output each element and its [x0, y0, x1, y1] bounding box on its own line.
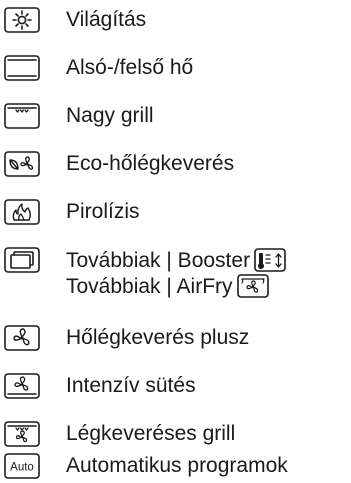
list-item-label-booster: Továbbiak | Booster: [66, 248, 286, 273]
list-item-label: Hőlégkeverés plusz: [66, 326, 250, 349]
fan-grill-icon: [4, 421, 40, 447]
auto-programs-icon: Auto: [4, 453, 40, 479]
list-item-label: Nagy grill: [66, 104, 154, 127]
fan-plus-icon: [4, 325, 40, 351]
top-bottom-heat-icon: [4, 55, 40, 81]
booster-icon: [254, 248, 286, 272]
list-item-label: Pirolízis: [66, 200, 140, 223]
more-icon: [4, 247, 40, 273]
large-grill-icon: [4, 103, 40, 129]
pyrolysis-icon: [4, 199, 40, 225]
airfry-text: Továbbiak | AirFry: [66, 275, 233, 298]
light-icon: [4, 7, 40, 33]
airfry-icon: [236, 274, 269, 298]
list-item-label-airfry: Továbbiak | AirFry: [66, 274, 269, 299]
auto-icon-text: Auto: [10, 462, 34, 474]
intensive-bake-icon: [4, 373, 40, 399]
list-item-label: Alsó-/felső hő: [66, 56, 194, 79]
list-item-label: Légkeveréses grill: [66, 422, 236, 445]
booster-text: Továbbiak | Booster: [66, 249, 251, 272]
eco-fan-icon: [4, 151, 40, 177]
list-item-label: Intenzív sütés: [66, 374, 196, 397]
list-item-label: Automatikus programok: [66, 454, 288, 477]
list-item-label: Világítás: [66, 8, 147, 31]
list-item-label: Eco-hőlégkeverés: [66, 152, 235, 175]
